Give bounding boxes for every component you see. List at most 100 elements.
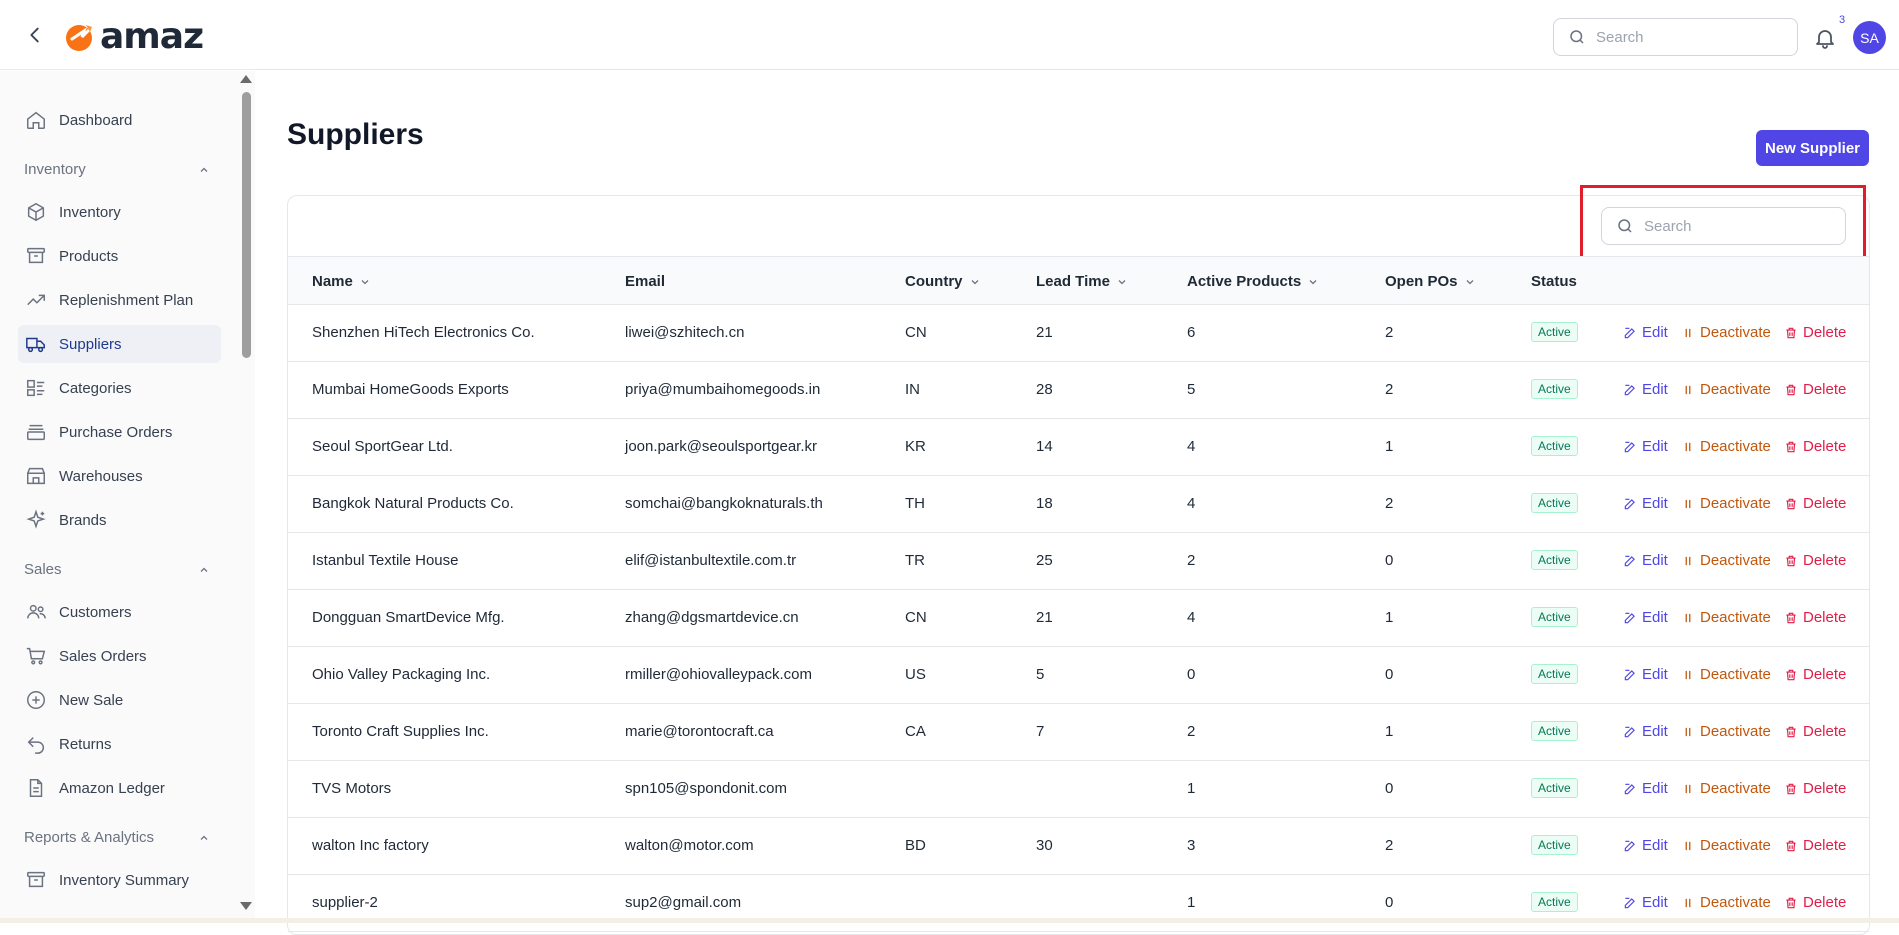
- edit-button[interactable]: Edit: [1623, 666, 1668, 683]
- deactivate-button[interactable]: Deactivate: [1681, 837, 1771, 854]
- sidebar-section-sales[interactable]: Sales: [24, 561, 210, 578]
- delete-button[interactable]: Delete: [1784, 609, 1846, 626]
- logo-mark-icon: [66, 25, 92, 51]
- new-supplier-button[interactable]: New Supplier: [1756, 130, 1869, 166]
- edit-button[interactable]: Edit: [1623, 381, 1668, 398]
- deactivate-button[interactable]: Deactivate: [1681, 894, 1771, 911]
- column-header-name[interactable]: Name: [312, 273, 371, 290]
- sidebar-item-inventory-summary[interactable]: Inventory Summary: [18, 861, 221, 899]
- table-row: supplier-2 sup2@gmail.com 1 0 Active Edit Deac…: [288, 875, 1869, 932]
- deactivate-button[interactable]: Deactivate: [1681, 780, 1771, 797]
- cell-email: liwei@szhitech.cn: [625, 324, 745, 341]
- cell-lead-time: 30: [1036, 837, 1053, 854]
- sidebar-item-dashboard[interactable]: Dashboard: [18, 101, 221, 139]
- sidebar-item-brands[interactable]: Brands: [18, 501, 221, 539]
- sidebar-item-sales-orders[interactable]: Sales Orders: [18, 637, 221, 675]
- cell-country: BD: [905, 837, 926, 854]
- global-search[interactable]: [1553, 18, 1798, 56]
- sidebar-item-label: Suppliers: [59, 335, 122, 353]
- delete-button[interactable]: Delete: [1784, 837, 1846, 854]
- delete-label: Delete: [1803, 723, 1847, 740]
- sidebar-item-returns[interactable]: Returns: [18, 725, 221, 763]
- cell-country: TR: [905, 552, 925, 569]
- edit-button[interactable]: Edit: [1623, 438, 1668, 455]
- sidebar-item-replenishment-plan[interactable]: Replenishment Plan: [18, 281, 221, 319]
- delete-button[interactable]: Delete: [1784, 723, 1846, 740]
- pause-icon: [1685, 556, 1691, 565]
- cell-open-pos: 0: [1385, 780, 1394, 797]
- scroll-down-arrow-icon[interactable]: [240, 902, 252, 910]
- deactivate-label: Deactivate: [1700, 552, 1771, 569]
- column-header-lead-time[interactable]: Lead Time: [1036, 273, 1128, 290]
- trash-icon: [1786, 555, 1796, 566]
- deactivate-label: Deactivate: [1700, 324, 1771, 341]
- deactivate-label: Deactivate: [1700, 837, 1771, 854]
- edit-label: Edit: [1642, 837, 1668, 854]
- avatar[interactable]: SA: [1853, 21, 1886, 54]
- edit-button[interactable]: Edit: [1623, 495, 1668, 512]
- edit-button[interactable]: Edit: [1623, 723, 1668, 740]
- status-badge: Active: [1531, 493, 1578, 513]
- back-arrow-icon[interactable]: [24, 24, 46, 46]
- sidebar-section-inventory[interactable]: Inventory: [24, 161, 210, 178]
- delete-button[interactable]: Delete: [1784, 780, 1846, 797]
- edit-label: Edit: [1642, 438, 1668, 455]
- sidebar-item-suppliers[interactable]: Suppliers: [18, 325, 221, 363]
- trending-icon: [27, 294, 45, 306]
- column-header-active-products[interactable]: Active Products: [1187, 273, 1319, 290]
- cell-country: IN: [905, 381, 920, 398]
- scroll-up-arrow-icon[interactable]: [240, 75, 252, 83]
- edit-button[interactable]: Edit: [1623, 552, 1668, 569]
- cell-active-products: 1: [1187, 894, 1196, 911]
- column-header-country[interactable]: Country: [905, 273, 981, 290]
- column-header-open-pos[interactable]: Open POs: [1385, 273, 1476, 290]
- pause-icon: [1685, 385, 1691, 394]
- edit-button[interactable]: Edit: [1623, 837, 1668, 854]
- deactivate-button[interactable]: Deactivate: [1681, 438, 1771, 455]
- cell-name: Bangkok Natural Products Co.: [312, 495, 514, 512]
- deactivate-button[interactable]: Deactivate: [1681, 552, 1771, 569]
- edit-label: Edit: [1642, 495, 1668, 512]
- sidebar-item-products[interactable]: Products: [18, 237, 221, 275]
- sidebar-section-reports[interactable]: Reports & Analytics: [24, 829, 210, 846]
- delete-button[interactable]: Delete: [1784, 324, 1846, 341]
- pause-icon: [1685, 784, 1691, 793]
- cell-country: CN: [905, 324, 927, 341]
- cube-icon: [27, 202, 45, 222]
- deactivate-button[interactable]: Deactivate: [1681, 324, 1771, 341]
- edit-button[interactable]: Edit: [1623, 780, 1668, 797]
- edit-button[interactable]: Edit: [1623, 324, 1668, 341]
- edit-button[interactable]: Edit: [1623, 609, 1668, 626]
- edit-button[interactable]: Edit: [1623, 894, 1668, 911]
- delete-button[interactable]: Delete: [1784, 666, 1846, 683]
- logo[interactable]: amaz: [62, 16, 204, 57]
- delete-button[interactable]: Delete: [1784, 438, 1846, 455]
- chevron-down-icon: [1466, 279, 1473, 284]
- delete-button[interactable]: Delete: [1784, 381, 1846, 398]
- sidebar-scrollbar-thumb[interactable]: [242, 92, 251, 358]
- sidebar-item-inventory[interactable]: Inventory: [18, 193, 221, 231]
- pause-icon: [1685, 727, 1691, 736]
- sidebar-item-label: Amazon Ledger: [59, 779, 165, 797]
- deactivate-button[interactable]: Deactivate: [1681, 495, 1771, 512]
- sidebar-item-warehouses[interactable]: Warehouses: [18, 457, 221, 495]
- delete-label: Delete: [1803, 552, 1847, 569]
- delete-button[interactable]: Delete: [1784, 552, 1846, 569]
- plus-circle-icon: [27, 691, 45, 709]
- cell-active-products: 4: [1187, 495, 1196, 512]
- cell-email: zhang@dgsmartdevice.cn: [625, 609, 799, 626]
- delete-button[interactable]: Delete: [1784, 894, 1846, 911]
- deactivate-button[interactable]: Deactivate: [1681, 666, 1771, 683]
- sidebar-item-purchase-orders[interactable]: Purchase Orders: [18, 413, 221, 451]
- deactivate-button[interactable]: Deactivate: [1681, 381, 1771, 398]
- delete-button[interactable]: Delete: [1784, 495, 1846, 512]
- cell-lead-time: 14: [1036, 438, 1053, 455]
- sidebar-item-customers[interactable]: Customers: [18, 593, 221, 631]
- sidebar-item-categories[interactable]: Categories: [18, 369, 221, 407]
- cell-email: marie@torontocraft.ca: [625, 723, 774, 740]
- sidebar-item-amazon-ledger[interactable]: Amazon Ledger: [18, 769, 221, 807]
- sidebar-item-new-sale[interactable]: New Sale: [18, 681, 221, 719]
- deactivate-button[interactable]: Deactivate: [1681, 609, 1771, 626]
- deactivate-button[interactable]: Deactivate: [1681, 723, 1771, 740]
- global-search-input[interactable]: [1596, 28, 1776, 46]
